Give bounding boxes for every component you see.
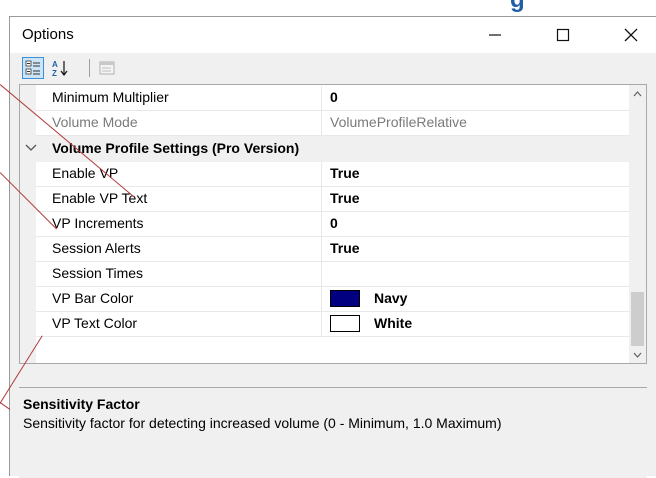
description-panel: Sensitivity Factor Sensitivity factor fo…	[19, 387, 647, 478]
chevron-down-icon[interactable]	[24, 142, 38, 154]
category-volume-profile-settings[interactable]: Volume Profile Settings (Pro Version)	[20, 136, 630, 162]
close-icon	[624, 28, 638, 42]
description-text: Sensitivity factor for detecting increas…	[23, 415, 502, 431]
minimize-icon	[489, 34, 501, 36]
window-title: Options	[22, 26, 74, 43]
category-label: Volume Profile Settings (Pro Version)	[52, 140, 300, 156]
color-swatch-navy	[330, 289, 360, 307]
maximize-icon	[556, 28, 570, 42]
chevron-down-icon	[633, 352, 642, 358]
property-grid[interactable]: Minimum Multiplier 0 Volume Mode VolumeP…	[19, 84, 647, 364]
categorized-icon	[25, 60, 40, 75]
background-heading-fragment: g	[360, 0, 560, 13]
description-title: Sensitivity Factor	[23, 396, 140, 412]
toolbar: A Z	[10, 53, 656, 83]
grid-row-minimum-multiplier[interactable]: Minimum Multiplier 0	[36, 86, 630, 111]
grid-row-session-alerts[interactable]: Session Alerts True	[36, 237, 630, 262]
svg-text:Z: Z	[52, 69, 57, 77]
chevron-up-icon	[633, 90, 642, 96]
sort-alphabetical-icon: A Z	[52, 60, 68, 77]
vertical-scrollbar[interactable]	[629, 85, 646, 363]
svg-text:A: A	[52, 60, 58, 69]
scrollbar-thumb[interactable]	[631, 292, 644, 346]
title-bar[interactable]: Options	[10, 17, 656, 53]
grid-row-volume-mode[interactable]: Volume Mode VolumeProfileRelative	[36, 111, 630, 136]
grid-gutter	[20, 85, 36, 363]
scroll-up-button[interactable]	[629, 85, 646, 102]
grid-row-vp-text-color[interactable]: VP Text Color White	[36, 312, 630, 337]
property-pages-button[interactable]	[96, 57, 118, 79]
grid-row-session-times[interactable]: Session Times	[36, 262, 630, 287]
grid-row-vp-bar-color[interactable]: VP Bar Color Navy	[36, 287, 630, 312]
scroll-down-button[interactable]	[629, 346, 646, 363]
property-pages-icon	[99, 61, 115, 75]
sort-alphabetical-button[interactable]: A Z	[50, 57, 72, 79]
color-swatch-white	[330, 314, 360, 332]
grid-row-enable-vp[interactable]: Enable VP True	[36, 162, 630, 187]
categorized-button[interactable]	[22, 57, 44, 79]
minimize-button[interactable]	[472, 17, 518, 53]
close-button[interactable]	[608, 17, 654, 53]
toolbar-separator	[89, 59, 90, 77]
grid-row-vp-increments[interactable]: VP Increments 0	[36, 212, 630, 237]
options-window: Options A Z Minimum Multiplier 0 Volume …	[9, 16, 656, 478]
maximize-button[interactable]	[540, 17, 586, 53]
